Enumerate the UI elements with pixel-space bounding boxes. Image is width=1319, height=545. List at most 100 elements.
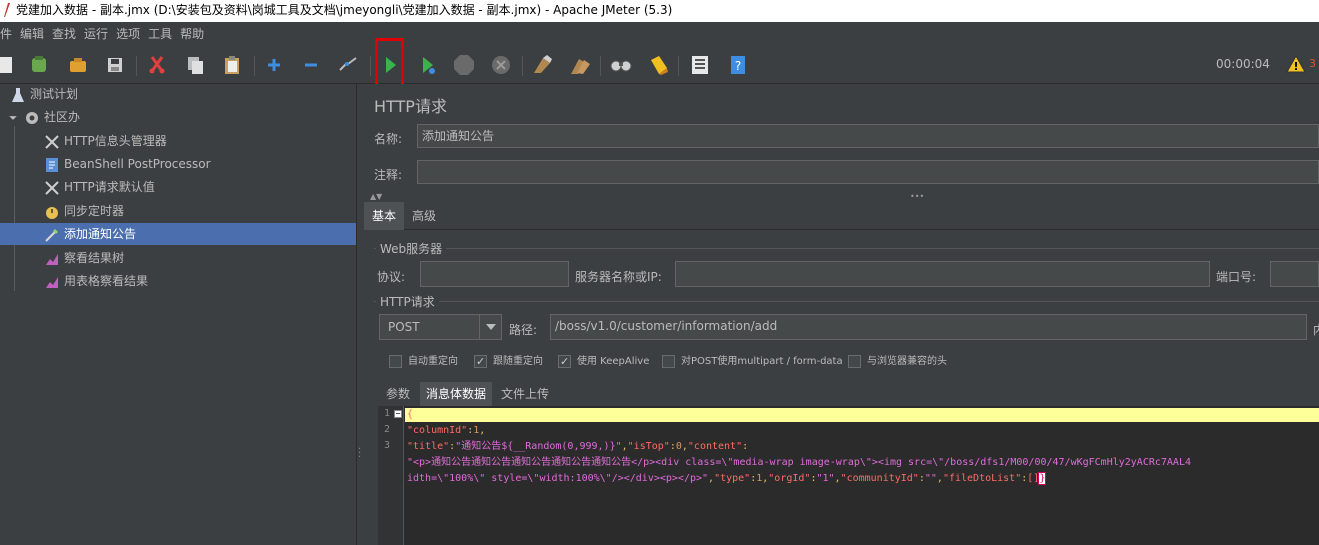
chart-icon bbox=[46, 253, 58, 265]
tree-node-test-plan[interactable]: 测试计划 bbox=[10, 83, 78, 105]
server-label: 服务器名称或IP: bbox=[575, 270, 662, 284]
multipart-box[interactable] bbox=[662, 354, 675, 368]
http-request-group-title: HTTP请求 bbox=[376, 293, 439, 310]
code-token: "type" bbox=[714, 473, 751, 484]
svg-text:!: ! bbox=[1293, 60, 1298, 73]
keepalive-checkbox[interactable]: 使用 KeepAlive bbox=[558, 354, 649, 370]
comment-field[interactable] bbox=[417, 160, 1319, 184]
request-tabs: 基本 高级 bbox=[364, 202, 1319, 230]
paste-icon[interactable] bbox=[221, 54, 243, 76]
open-icon[interactable] bbox=[67, 54, 89, 76]
search-icon[interactable] bbox=[610, 54, 632, 76]
tab-parameters[interactable]: 参数 bbox=[380, 382, 416, 406]
tree-node-request-defaults[interactable]: HTTP请求默认值 bbox=[44, 176, 155, 198]
pipette-icon bbox=[45, 228, 59, 242]
name-field[interactable]: 添加通知公告 bbox=[417, 124, 1319, 148]
line-number: 3 bbox=[384, 440, 391, 451]
templates-icon[interactable] bbox=[28, 54, 50, 76]
tree-node-results-table[interactable]: 用表格察看结果 bbox=[44, 270, 148, 292]
fold-icon[interactable]: − bbox=[394, 410, 402, 418]
auto-redirect-box[interactable] bbox=[389, 354, 402, 368]
help-icon[interactable]: ? bbox=[727, 54, 749, 76]
server-field[interactable] bbox=[675, 261, 1210, 287]
method-value: POST bbox=[388, 320, 420, 334]
code-token: } bbox=[1038, 472, 1047, 485]
chart-icon bbox=[46, 276, 58, 288]
new-icon[interactable] bbox=[0, 54, 16, 76]
save-icon[interactable] bbox=[104, 54, 126, 76]
chevron-down-icon[interactable] bbox=[479, 315, 501, 339]
line-number: 2 bbox=[384, 424, 391, 435]
menu-run[interactable]: 运行 bbox=[84, 22, 108, 46]
tab-advanced[interactable]: 高级 bbox=[404, 202, 444, 230]
start-no-pauses-icon[interactable] bbox=[417, 54, 439, 76]
code-token: "1" bbox=[816, 473, 835, 484]
protocol-label: 协议: bbox=[377, 270, 406, 284]
auto-redirect-checkbox[interactable]: 自动重定向 bbox=[389, 354, 458, 370]
code-token: "content" bbox=[687, 441, 743, 452]
reset-search-icon[interactable] bbox=[647, 54, 669, 76]
code-token: [] bbox=[1027, 473, 1040, 484]
code-token: { bbox=[407, 409, 414, 420]
keepalive-box[interactable] bbox=[558, 354, 571, 370]
panel-splitter[interactable] bbox=[356, 84, 364, 545]
port-field[interactable] bbox=[1270, 261, 1319, 287]
tree-node-results-tree[interactable]: 察看结果树 bbox=[44, 247, 124, 269]
splitter-grip[interactable]: · · · bbox=[358, 445, 361, 463]
gear-icon bbox=[26, 111, 38, 124]
collapse-bar[interactable]: ▲▼ ••• bbox=[364, 193, 1319, 201]
tab-body-data[interactable]: 消息体数据 bbox=[420, 382, 493, 406]
path-label: 路径: bbox=[509, 323, 538, 337]
toggle-icon[interactable] bbox=[337, 54, 359, 76]
menu-edit[interactable]: 编辑 bbox=[20, 22, 44, 46]
expand-all-icon[interactable] bbox=[263, 54, 285, 76]
code-token: "orgId" bbox=[768, 473, 811, 484]
menu-options[interactable]: 选项 bbox=[116, 22, 140, 46]
test-plan-tree: 测试计划 社区办 HTTP信息头管理器 BeanShell PostProces… bbox=[0, 84, 356, 545]
page-title: HTTP请求 bbox=[374, 97, 447, 116]
code-token: "title" bbox=[407, 441, 450, 452]
warning-icon[interactable]: ! bbox=[1286, 55, 1306, 73]
flask-icon bbox=[12, 87, 24, 102]
tree-node-sync-timer[interactable]: 同步定时器 bbox=[44, 200, 124, 222]
menu-file[interactable]: 文件 bbox=[0, 22, 12, 46]
start-button-highlight bbox=[375, 38, 404, 88]
path-field[interactable]: /boss/v1.0/customer/information/add bbox=[550, 314, 1307, 340]
cut-icon[interactable] bbox=[146, 54, 168, 76]
tree-guide-line bbox=[14, 126, 15, 291]
code-token: "columnId" bbox=[407, 425, 468, 436]
multipart-checkbox[interactable]: 对POST使用multipart / form-data bbox=[662, 354, 843, 370]
menu-help[interactable]: 帮助 bbox=[180, 22, 204, 46]
code-token: "<p>通知公告通知公告通知公告通知公告通知公告</p><div class=\… bbox=[407, 457, 1191, 468]
tree-node-header-manager[interactable]: HTTP信息头管理器 bbox=[44, 130, 167, 152]
body-data-editor[interactable]: 1 − 2 3 { "columnId":1, "title":"通知公告${_… bbox=[378, 406, 1319, 545]
browser-headers-box[interactable] bbox=[848, 354, 861, 368]
protocol-field[interactable] bbox=[420, 261, 569, 287]
method-select[interactable]: POST bbox=[379, 314, 502, 340]
chevron-down-icon[interactable] bbox=[8, 110, 18, 126]
menu-tools[interactable]: 工具 bbox=[148, 22, 172, 46]
copy-icon[interactable] bbox=[184, 54, 206, 76]
function-helper-icon[interactable] bbox=[689, 54, 711, 76]
tree-node-thread-group[interactable]: 社区办 bbox=[8, 106, 80, 128]
tab-file-upload[interactable]: 文件上传 bbox=[495, 382, 555, 406]
collapse-all-icon[interactable] bbox=[300, 54, 322, 76]
tree-node-add-notice[interactable]: 添加通知公告 bbox=[0, 223, 356, 245]
tree-node-beanshell[interactable]: BeanShell PostProcessor bbox=[44, 153, 211, 175]
content-encoding-label: 内 bbox=[1313, 321, 1319, 338]
shutdown-icon[interactable] bbox=[490, 54, 512, 76]
follow-redirect-box[interactable] bbox=[474, 354, 487, 370]
stop-icon[interactable] bbox=[453, 54, 475, 76]
script-icon bbox=[46, 157, 58, 172]
clear-icon[interactable] bbox=[531, 54, 553, 76]
tab-basic[interactable]: 基本 bbox=[364, 202, 405, 230]
follow-redirect-checkbox[interactable]: 跟随重定向 bbox=[474, 354, 543, 370]
code-token: : bbox=[742, 441, 749, 452]
stopwatch-icon bbox=[46, 206, 58, 219]
web-server-group bbox=[374, 248, 1319, 249]
clear-all-icon[interactable] bbox=[569, 54, 591, 76]
menu-search[interactable]: 查找 bbox=[52, 22, 76, 46]
name-label: 名称: bbox=[374, 132, 403, 146]
browser-headers-checkbox[interactable]: 与浏览器兼容的头 bbox=[848, 354, 947, 370]
window-title: 党建加入数据 - 副本.jmx (D:\安装包及资料\岗城工具及文档\jmeyo… bbox=[16, 3, 673, 17]
